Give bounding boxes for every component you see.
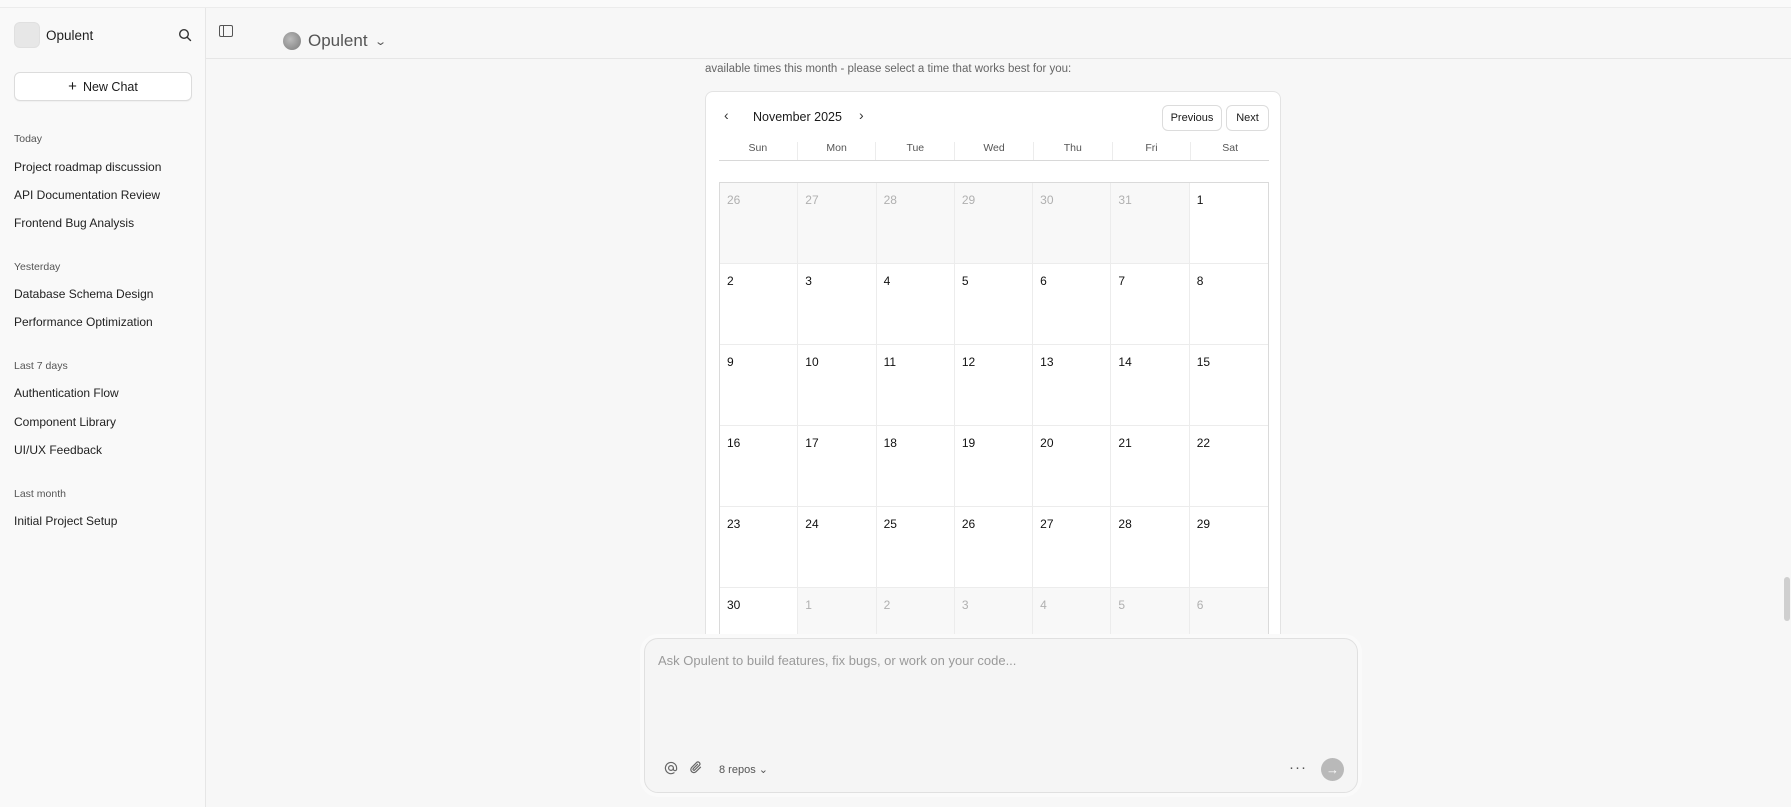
at-icon[interactable]: [664, 761, 678, 778]
calendar-day-outside: 30: [1033, 183, 1112, 264]
chevron-down-icon: ⌄: [373, 35, 387, 48]
calendar-widget: ‹ November 2025 › Previous Next Sun Mon …: [705, 91, 1281, 651]
calendar-day-outside: 26: [720, 183, 799, 264]
sidebar-toggle-icon[interactable]: [219, 25, 233, 37]
chat-item[interactable]: UI/UX Feedback: [14, 443, 102, 457]
send-icon[interactable]: →: [1321, 758, 1344, 781]
calendar-day[interactable]: 26: [954, 507, 1034, 588]
calendar-day[interactable]: 20: [1033, 426, 1112, 507]
weekday-header: Sun Mon Tue Wed Thu Fri Sat: [719, 142, 1269, 161]
model-selector[interactable]: Opulent ⌄: [283, 29, 387, 53]
calendar-day[interactable]: 14: [1111, 345, 1190, 426]
calendar-day[interactable]: 18: [876, 426, 955, 507]
weekday-label: Tue: [875, 142, 954, 160]
model-logo-icon: [283, 32, 301, 50]
weekday-label: Wed: [954, 142, 1033, 160]
repos-selector[interactable]: 8 repos ⌄: [719, 763, 768, 776]
calendar-day-outside: 27: [798, 183, 877, 264]
calendar-grid: 26 27 28 29 30 31 1 2 3 4 5 6 7 8 9 10 11 12 13 14 15 16 17 18 1…: [719, 182, 1269, 650]
plus-icon: +: [68, 78, 77, 95]
new-chat-button[interactable]: + New Chat: [14, 72, 192, 101]
chevron-left-icon[interactable]: ‹: [724, 107, 729, 123]
model-name: Opulent: [308, 31, 368, 50]
chat-item[interactable]: Project roadmap discussion: [14, 160, 161, 174]
window-top-strip: [0, 0, 1791, 8]
workspace-name: Opulent: [46, 27, 94, 43]
calendar-day[interactable]: 7: [1111, 264, 1190, 345]
calendar-day[interactable]: 17: [798, 426, 877, 507]
calendar-day[interactable]: 8: [1189, 264, 1268, 345]
weekday-label: Mon: [796, 142, 876, 160]
weekday-label: Thu: [1032, 142, 1112, 160]
calendar-day[interactable]: 16: [720, 426, 799, 507]
calendar-day-outside: 28: [876, 183, 955, 264]
calendar-day[interactable]: 23: [720, 507, 799, 588]
chat-composer: 8 repos ⌄ ··· →: [644, 638, 1358, 793]
calendar-day[interactable]: 22: [1189, 426, 1268, 507]
paperclip-icon[interactable]: [689, 760, 703, 779]
calendar-day[interactable]: 10: [798, 345, 877, 426]
calendar-day[interactable]: 15: [1189, 345, 1268, 426]
section-title-last-month: Last month: [14, 488, 66, 500]
scrollbar-thumb[interactable]: [1784, 577, 1790, 621]
section-title-last-7-days: Last 7 days: [14, 360, 68, 372]
previous-month-button[interactable]: Previous: [1162, 105, 1222, 131]
chat-item[interactable]: Frontend Bug Analysis: [14, 216, 134, 230]
more-icon[interactable]: ···: [1289, 759, 1307, 776]
weekday-label: Fri: [1111, 142, 1191, 160]
calendar-day[interactable]: 19: [954, 426, 1034, 507]
calendar-month-label: November 2025: [753, 110, 842, 124]
calendar-day[interactable]: 5: [954, 264, 1034, 345]
chat-item[interactable]: Authentication Flow: [14, 386, 119, 400]
workspace-header[interactable]: Opulent: [14, 22, 194, 48]
repos-label: 8 repos: [719, 764, 756, 776]
chat-item[interactable]: Initial Project Setup: [14, 514, 117, 528]
calendar-day[interactable]: 3: [798, 264, 877, 345]
calendar-day[interactable]: 12: [954, 345, 1034, 426]
weekday-label: Sun: [748, 142, 768, 154]
calendar-day[interactable]: 6: [1033, 264, 1112, 345]
assistant-message-text: available times this month - please sele…: [705, 63, 1072, 75]
chat-item[interactable]: API Documentation Review: [14, 188, 160, 202]
calendar-day-outside: 29: [954, 183, 1034, 264]
workspace-logo: [14, 22, 40, 48]
calendar-day[interactable]: 1: [1189, 183, 1268, 264]
calendar-day[interactable]: 28: [1111, 507, 1190, 588]
calendar-day[interactable]: 4: [876, 264, 955, 345]
chat-item[interactable]: Database Schema Design: [14, 287, 153, 301]
header-divider: [206, 58, 1791, 59]
calendar-day[interactable]: 24: [798, 507, 877, 588]
chevron-right-icon[interactable]: ›: [859, 107, 864, 123]
chat-input[interactable]: [658, 653, 1338, 668]
calendar-day[interactable]: 13: [1033, 345, 1112, 426]
calendar-day[interactable]: 11: [876, 345, 955, 426]
search-icon[interactable]: [176, 26, 194, 44]
chat-item[interactable]: Component Library: [14, 415, 116, 429]
section-title-yesterday: Yesterday: [14, 261, 61, 273]
calendar-day[interactable]: 9: [720, 345, 799, 426]
calendar-day[interactable]: 29: [1189, 507, 1268, 588]
section-title-today: Today: [14, 133, 43, 145]
chevron-down-icon: ⌄: [758, 764, 768, 776]
calendar-day[interactable]: 2: [720, 264, 799, 345]
calendar-day[interactable]: 25: [876, 507, 955, 588]
calendar-day[interactable]: 27: [1033, 507, 1112, 588]
weekday-label: Sat: [1190, 142, 1269, 160]
sidebar: Opulent + New Chat Today Project roadmap…: [0, 8, 206, 807]
next-month-button[interactable]: Next: [1226, 105, 1269, 131]
calendar-day-outside: 31: [1111, 183, 1190, 264]
new-chat-label: New Chat: [82, 79, 138, 94]
calendar-day[interactable]: 21: [1111, 426, 1190, 507]
chat-item[interactable]: Performance Optimization: [14, 315, 153, 329]
